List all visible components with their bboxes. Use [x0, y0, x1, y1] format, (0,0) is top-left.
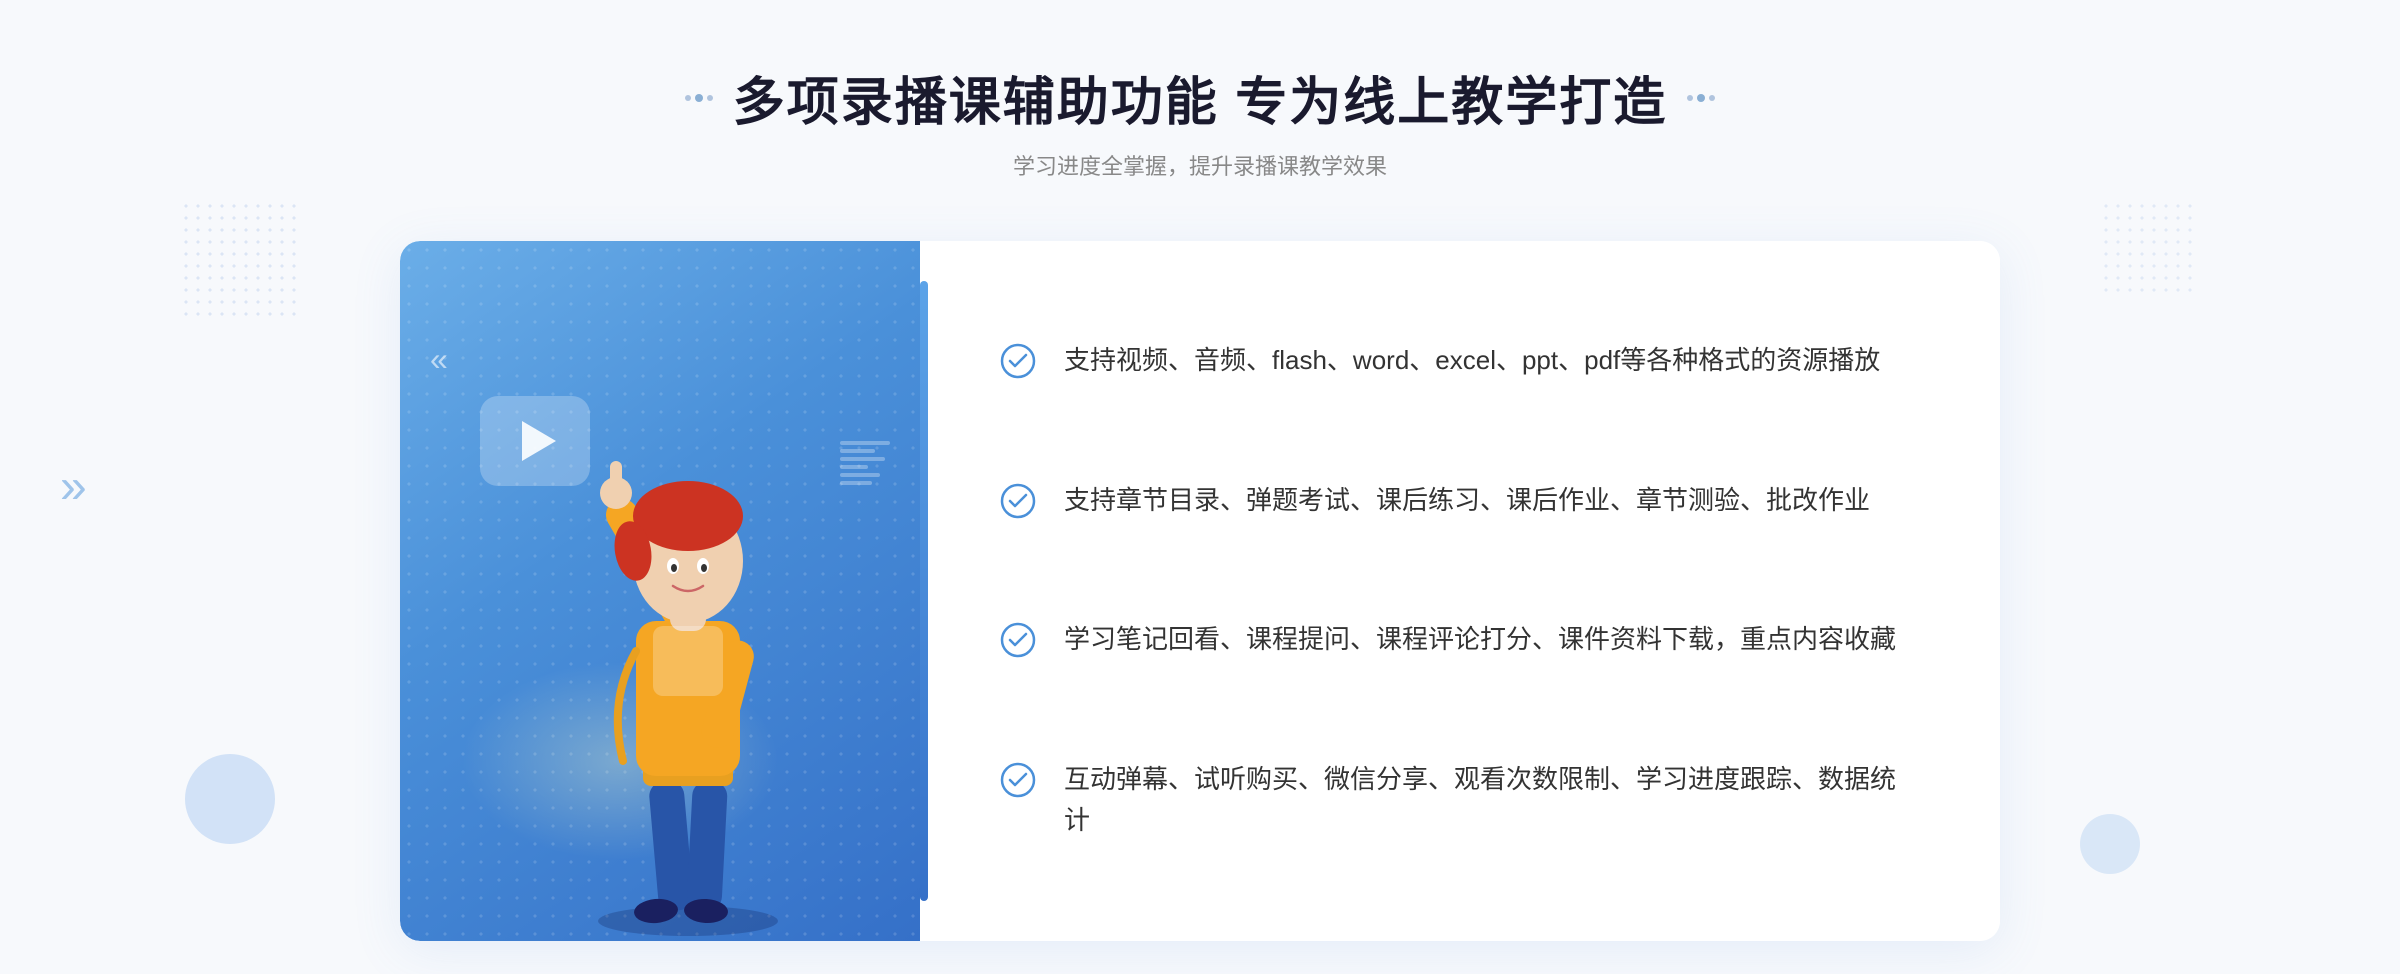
- bar-line: [840, 465, 868, 469]
- bar-line: [840, 457, 885, 461]
- decorative-dots-right-top: [2100, 200, 2200, 300]
- deco-dots-left: [685, 94, 713, 102]
- dot: [1697, 94, 1705, 102]
- feature-text-3: 学习笔记回看、课程提问、课程评论打分、课件资料下载，重点内容收藏: [1064, 619, 1896, 661]
- dot: [1687, 95, 1693, 101]
- feature-text-1: 支持视频、音频、flash、word、excel、ppt、pdf等各种格式的资源…: [1064, 340, 1880, 382]
- feature-item-2: 支持章节目录、弹题考试、课后练习、课后作业、章节测验、批改作业: [1000, 480, 1920, 522]
- check-circle-icon-4: [1000, 762, 1036, 798]
- decorative-circle-left: [185, 754, 275, 844]
- check-circle-icon-2: [1000, 483, 1036, 519]
- arrow-decorative: «: [430, 341, 448, 378]
- dot: [1709, 95, 1715, 101]
- check-circle-icon-3: [1000, 622, 1036, 658]
- page-container: » 多项录播课辅助功能 专为线上教学打造 学习进度全掌握，提升录播课教学效果: [0, 0, 2400, 974]
- header-section: 多项录播课辅助功能 专为线上教学打造 学习进度全掌握，提升录播课教学效果: [685, 60, 1715, 181]
- header-decoration: 多项录播课辅助功能 专为线上教学打造: [685, 60, 1715, 135]
- main-title: 多项录播课辅助功能 专为线上教学打造: [733, 60, 1667, 135]
- sub-title: 学习进度全掌握，提升录播课教学效果: [685, 149, 1715, 181]
- illustration-panel: «: [400, 241, 920, 941]
- content-card: «: [400, 241, 2000, 941]
- bar-line: [840, 481, 872, 485]
- feature-item-3: 学习笔记回看、课程提问、课程评论打分、课件资料下载，重点内容收藏: [1000, 619, 1920, 661]
- feature-text-4: 互动弹幕、试听购买、微信分享、观看次数限制、学习进度跟踪、数据统计: [1064, 759, 1920, 842]
- feature-item-4: 互动弹幕、试听购买、微信分享、观看次数限制、学习进度跟踪、数据统计: [1000, 759, 1920, 842]
- blue-vertical-bar: [920, 281, 928, 901]
- dot: [695, 94, 703, 102]
- features-panel: 支持视频、音频、flash、word、excel、ppt、pdf等各种格式的资源…: [920, 241, 2000, 941]
- check-circle-icon-1: [1000, 343, 1036, 379]
- dot: [707, 95, 713, 101]
- bar-lines-decoration: [840, 441, 890, 485]
- dot: [685, 95, 691, 101]
- feature-text-2: 支持章节目录、弹题考试、课后练习、课后作业、章节测验、批改作业: [1064, 480, 1870, 522]
- bar-line: [840, 449, 875, 453]
- deco-dots-right: [1687, 94, 1715, 102]
- decorative-circle-right: [2080, 814, 2140, 874]
- chevron-left-icon: »: [60, 460, 87, 515]
- person-illustration: [548, 421, 828, 941]
- feature-item-1: 支持视频、音频、flash、word、excel、ppt、pdf等各种格式的资源…: [1000, 340, 1920, 382]
- bar-line: [840, 473, 880, 477]
- bar-line: [840, 441, 890, 445]
- decorative-dots-left: [180, 200, 300, 320]
